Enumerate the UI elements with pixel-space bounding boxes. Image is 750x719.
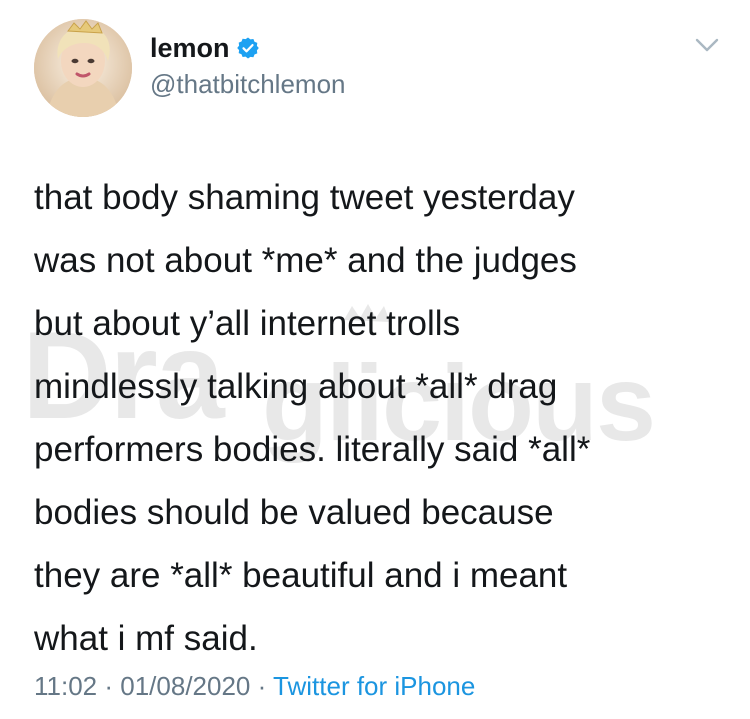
tweet-meta: 11:02 · 01/08/2020 · Twitter for iPhone <box>34 668 475 704</box>
tweet-text-line: but about y’all internet trolls <box>34 304 461 343</box>
tweet-time[interactable]: 11:02 <box>34 671 97 701</box>
tweet-text-line: that body shaming tweet yesterday <box>34 178 575 217</box>
tweet-text-line: mindlessly talking about *all* drag <box>34 367 558 406</box>
verified-badge-icon <box>236 36 260 60</box>
tweet-text-line: what i mf said. <box>34 619 258 658</box>
author-handle[interactable]: @thatbitchlemon <box>150 68 346 100</box>
tweet-text-line: performers bodies. literally said *all* <box>34 430 591 469</box>
author-name-row[interactable]: lemon <box>150 32 260 64</box>
tweet-text-line: they are *all* beautiful and i meant <box>34 556 568 595</box>
tweet-text-line: bodies should be valued because <box>34 493 554 532</box>
tweet-card: lemon @thatbitchlemon Dra glicious that … <box>0 0 750 719</box>
avatar[interactable] <box>34 19 132 117</box>
tweet-source-link[interactable]: Twitter for iPhone <box>273 671 475 701</box>
meta-separator: · <box>97 671 121 701</box>
avatar-image <box>34 19 132 117</box>
meta-separator: · <box>250 671 274 701</box>
author-display-name[interactable]: lemon <box>150 32 230 64</box>
chevron-down-icon[interactable] <box>692 34 722 56</box>
tweet-text: that body shaming tweet yesterday was no… <box>34 166 724 670</box>
tweet-date[interactable]: 01/08/2020 <box>120 671 250 701</box>
tweet-text-line: was not about *me* and the judges <box>34 241 577 280</box>
